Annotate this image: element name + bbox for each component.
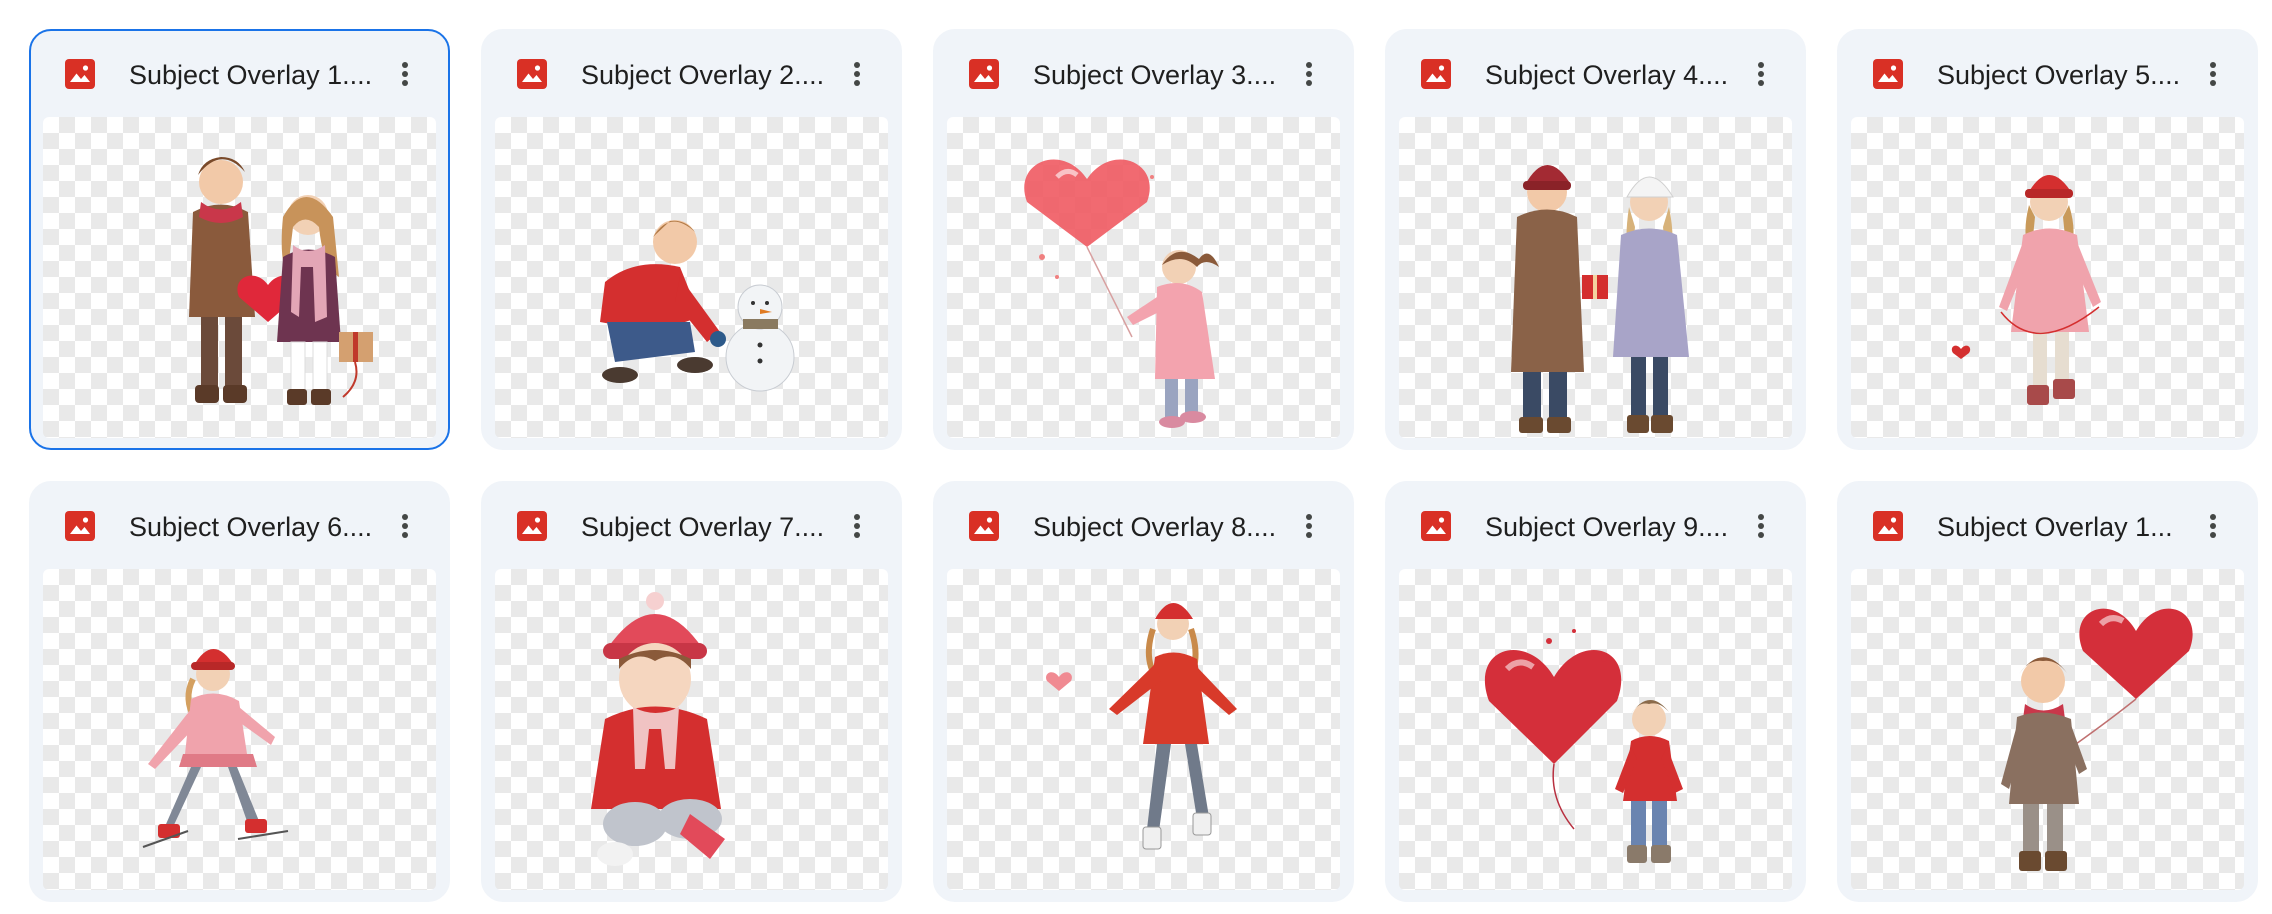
image-file-icon (1873, 59, 1903, 89)
file-thumbnail[interactable] (43, 117, 436, 438)
more-options-button[interactable] (2192, 505, 2234, 547)
file-card-header: Subject Overlay 8.... (935, 483, 1352, 569)
file-card-subject-overlay-1[interactable]: Subject Overlay 1.... (29, 29, 450, 450)
more-options-button[interactable] (384, 53, 426, 95)
file-card-subject-overlay-3[interactable]: Subject Overlay 3.... (933, 29, 1354, 450)
image-file-icon (1421, 59, 1451, 89)
file-thumbnail[interactable] (43, 569, 436, 890)
more-options-button[interactable] (384, 505, 426, 547)
thumbnail-illustration (1511, 165, 1689, 433)
file-card-subject-overlay-10[interactable]: Subject Overlay 1... (1837, 481, 2258, 902)
file-card-header: Subject Overlay 1... (1839, 483, 2256, 569)
file-name[interactable]: Subject Overlay 4.... (1485, 59, 1735, 91)
more-vert-icon (854, 62, 860, 86)
image-file-icon (517, 511, 547, 541)
more-options-button[interactable] (1740, 505, 1782, 547)
file-grid: Subject Overlay 1.... Subject Overlay 2.… (29, 29, 2258, 902)
file-card-header: Subject Overlay 5.... (1839, 31, 2256, 117)
file-name[interactable]: Subject Overlay 8.... (1033, 511, 1283, 543)
file-card-subject-overlay-2[interactable]: Subject Overlay 2.... (481, 29, 902, 450)
file-thumbnail[interactable] (495, 569, 888, 890)
file-card-subject-overlay-4[interactable]: Subject Overlay 4.... (1385, 29, 1806, 450)
image-file-icon (65, 511, 95, 541)
file-card-header: Subject Overlay 1.... (31, 31, 448, 117)
more-vert-icon (1758, 62, 1764, 86)
more-vert-icon (402, 514, 408, 538)
more-vert-icon (1758, 514, 1764, 538)
thumbnail-illustration (600, 220, 795, 392)
file-card-header: Subject Overlay 6.... (31, 483, 448, 569)
file-name[interactable]: Subject Overlay 1.... (129, 59, 379, 91)
image-file-icon (969, 59, 999, 89)
image-file-icon (1873, 511, 1903, 541)
file-card-subject-overlay-7[interactable]: Subject Overlay 7.... (481, 481, 902, 902)
file-card-subject-overlay-6[interactable]: Subject Overlay 6.... (29, 481, 450, 902)
image-file-icon (517, 59, 547, 89)
thumbnail-illustration (591, 592, 725, 866)
file-thumbnail[interactable] (947, 117, 1340, 438)
file-name[interactable]: Subject Overlay 9.... (1485, 511, 1735, 543)
thumbnail-illustration (142, 649, 289, 848)
more-options-button[interactable] (836, 505, 878, 547)
thumbnail-illustration (1484, 629, 1683, 863)
file-name[interactable]: Subject Overlay 6.... (129, 511, 379, 543)
file-thumbnail[interactable] (1851, 569, 2244, 890)
file-thumbnail[interactable] (1399, 569, 1792, 890)
file-name[interactable]: Subject Overlay 2.... (581, 59, 831, 91)
more-vert-icon (402, 62, 408, 86)
file-thumbnail[interactable] (1851, 117, 2244, 438)
file-name[interactable]: Subject Overlay 5.... (1937, 59, 2187, 91)
file-card-subject-overlay-8[interactable]: Subject Overlay 8.... (933, 481, 1354, 902)
more-options-button[interactable] (1740, 53, 1782, 95)
thumbnail-illustration (1046, 603, 1237, 850)
file-card-subject-overlay-9[interactable]: Subject Overlay 9.... (1385, 481, 1806, 902)
image-file-icon (969, 511, 999, 541)
more-options-button[interactable] (836, 53, 878, 95)
file-card-header: Subject Overlay 9.... (1387, 483, 1804, 569)
thumbnail-illustration (1951, 175, 2101, 405)
image-file-icon (1421, 511, 1451, 541)
file-card-subject-overlay-5[interactable]: Subject Overlay 5.... (1837, 29, 2258, 450)
file-card-header: Subject Overlay 2.... (483, 31, 900, 117)
more-vert-icon (1306, 62, 1312, 86)
file-name[interactable]: Subject Overlay 7.... (581, 511, 831, 543)
thumbnail-illustration (2001, 608, 2193, 871)
more-options-button[interactable] (2192, 53, 2234, 95)
more-options-button[interactable] (1288, 53, 1330, 95)
file-name[interactable]: Subject Overlay 1... (1937, 511, 2187, 543)
file-card-header: Subject Overlay 7.... (483, 483, 900, 569)
file-card-header: Subject Overlay 4.... (1387, 31, 1804, 117)
more-options-button[interactable] (1288, 505, 1330, 547)
more-vert-icon (1306, 514, 1312, 538)
file-thumbnail[interactable] (495, 117, 888, 438)
file-name[interactable]: Subject Overlay 3.... (1033, 59, 1283, 91)
more-vert-icon (2210, 62, 2216, 86)
thumbnail-illustration (1024, 159, 1219, 428)
thumbnail-illustration (189, 157, 373, 405)
more-vert-icon (854, 514, 860, 538)
file-thumbnail[interactable] (1399, 117, 1792, 438)
file-card-header: Subject Overlay 3.... (935, 31, 1352, 117)
image-file-icon (65, 59, 95, 89)
file-thumbnail[interactable] (947, 569, 1340, 890)
more-vert-icon (2210, 514, 2216, 538)
